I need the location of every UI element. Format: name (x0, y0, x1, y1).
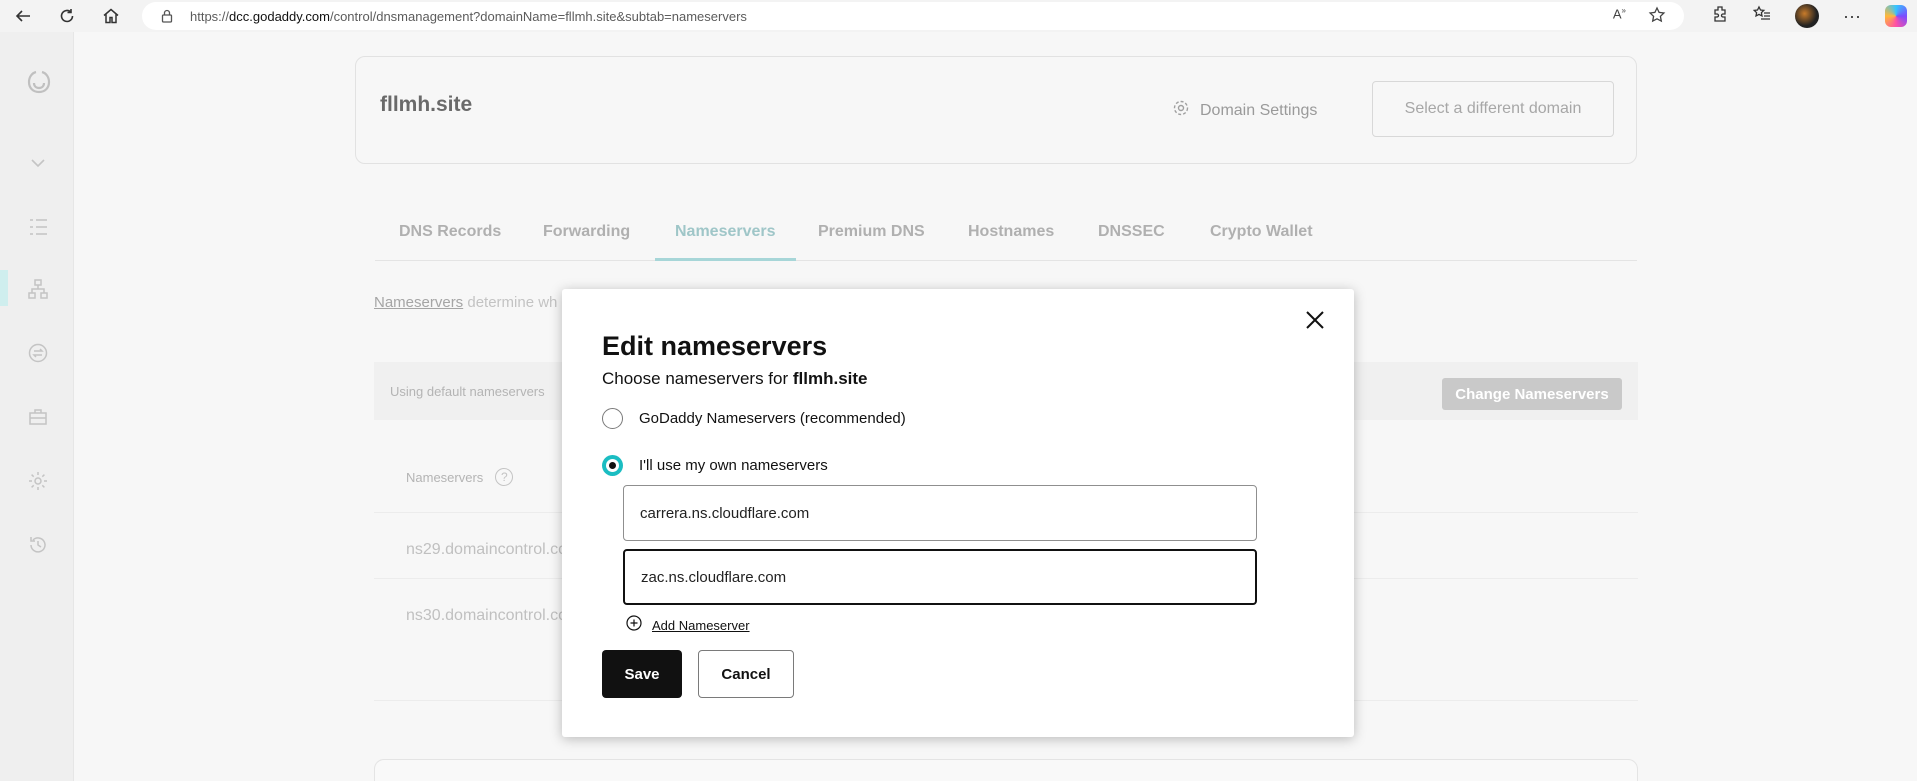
nameserver-value: ns30.domaincontrol.co (406, 607, 567, 624)
help-icon[interactable]: ? (495, 468, 514, 486)
favorites-list-icon[interactable] (1752, 5, 1771, 28)
change-nameservers-button[interactable]: Change Nameservers (1442, 378, 1622, 410)
refresh-icon[interactable] (52, 1, 82, 31)
option-own-label: I'll use my own nameservers (639, 457, 828, 474)
dns-sitemap-icon[interactable] (27, 278, 49, 300)
godaddy-logo-icon[interactable] (25, 68, 53, 96)
more-menu-icon[interactable]: ··· (1843, 6, 1861, 27)
url-path: /control/dnsmanagement?domainName=fllmh.… (329, 8, 747, 24)
list-icon[interactable] (27, 216, 49, 238)
domain-settings-link[interactable]: Domain Settings (1172, 99, 1317, 122)
address-bar[interactable]: https://dcc.godaddy.com/control/dnsmanag… (142, 2, 1684, 30)
select-different-domain-button[interactable]: Select a different domain (1372, 81, 1614, 137)
tab-dnssec[interactable]: DNSSEC (1098, 217, 1165, 261)
tab-crypto-wallet[interactable]: Crypto Wallet (1210, 217, 1313, 261)
domain-settings-label: Domain Settings (1200, 101, 1318, 119)
add-nameserver-label: Add Nameserver (652, 618, 750, 633)
option-godaddy-label: GoDaddy Nameservers (recommended) (639, 410, 906, 427)
nameserver-input-1[interactable] (623, 485, 1257, 541)
url-host: dcc.godaddy.com (229, 8, 330, 24)
history-icon[interactable] (27, 534, 49, 556)
browser-toolbar: https://dcc.godaddy.com/control/dnsmanag… (0, 0, 1917, 32)
radio-own-selected[interactable] (602, 455, 623, 476)
dialog-title: Edit nameservers (602, 331, 828, 361)
dialog-subtitle: Choose nameservers for fllmh.site (602, 369, 868, 389)
settings-gear-icon[interactable] (27, 470, 49, 492)
tab-premium-dns[interactable]: Premium DNS (818, 217, 925, 261)
plus-circle-icon (626, 615, 642, 636)
favorite-star-icon[interactable] (1648, 6, 1666, 27)
tab-dns-records[interactable]: DNS Records (399, 217, 501, 261)
copilot-icon[interactable] (1885, 5, 1907, 27)
gear-icon (1172, 99, 1190, 122)
dns-tabs: DNS Records Forwarding Nameservers Premi… (375, 217, 1637, 261)
briefcase-icon[interactable] (27, 406, 49, 428)
tab-forwarding[interactable]: Forwarding (543, 217, 630, 261)
dialog-subtitle-text: Choose nameservers for (602, 369, 793, 388)
back-icon[interactable] (8, 1, 38, 31)
chevron-down-icon[interactable] (27, 152, 49, 174)
add-nameserver-link[interactable]: Add Nameserver (626, 615, 750, 636)
active-nav-indicator (0, 270, 8, 306)
nameserver-value: ns29.domaincontrol.co (406, 541, 567, 558)
domain-header-card: fllmh.site Domain Settings Select a diff… (355, 56, 1637, 164)
profile-avatar[interactable] (1795, 4, 1820, 28)
nameservers-column-header: Nameservers ? (406, 468, 514, 486)
default-nameservers-text: Using default nameservers (390, 384, 545, 399)
nameserver-input-2[interactable] (623, 549, 1257, 605)
nameservers-intro: Nameservers determine wh (374, 294, 557, 311)
tab-nameservers[interactable]: Nameservers (655, 217, 796, 261)
option-godaddy-nameservers[interactable]: GoDaddy Nameservers (recommended) (602, 408, 906, 429)
domain-title: fllmh.site (380, 93, 473, 116)
nameservers-intro-link[interactable]: Nameservers (374, 294, 463, 311)
tab-hostnames[interactable]: Hostnames (968, 217, 1054, 261)
nameservers-header-label: Nameservers (406, 469, 484, 485)
radio-godaddy[interactable] (602, 408, 623, 429)
bottom-card (374, 759, 1638, 781)
cancel-button[interactable]: Cancel (698, 650, 794, 698)
edit-nameservers-dialog: Edit nameservers Choose nameservers for … (562, 289, 1354, 737)
save-button[interactable]: Save (602, 650, 682, 698)
transfer-icon[interactable] (27, 342, 49, 364)
home-icon[interactable] (96, 1, 126, 31)
dialog-subtitle-domain: fllmh.site (792, 369, 868, 388)
lock-icon[interactable] (160, 9, 174, 23)
left-navigation (0, 32, 74, 781)
url-prefix: https:// (190, 8, 230, 24)
option-own-nameservers[interactable]: I'll use my own nameservers (602, 455, 828, 476)
read-aloud-icon[interactable]: A» (1613, 6, 1626, 27)
nameservers-intro-text: determine wh (463, 294, 558, 311)
close-icon[interactable] (1302, 307, 1328, 333)
extensions-icon[interactable] (1711, 5, 1729, 28)
